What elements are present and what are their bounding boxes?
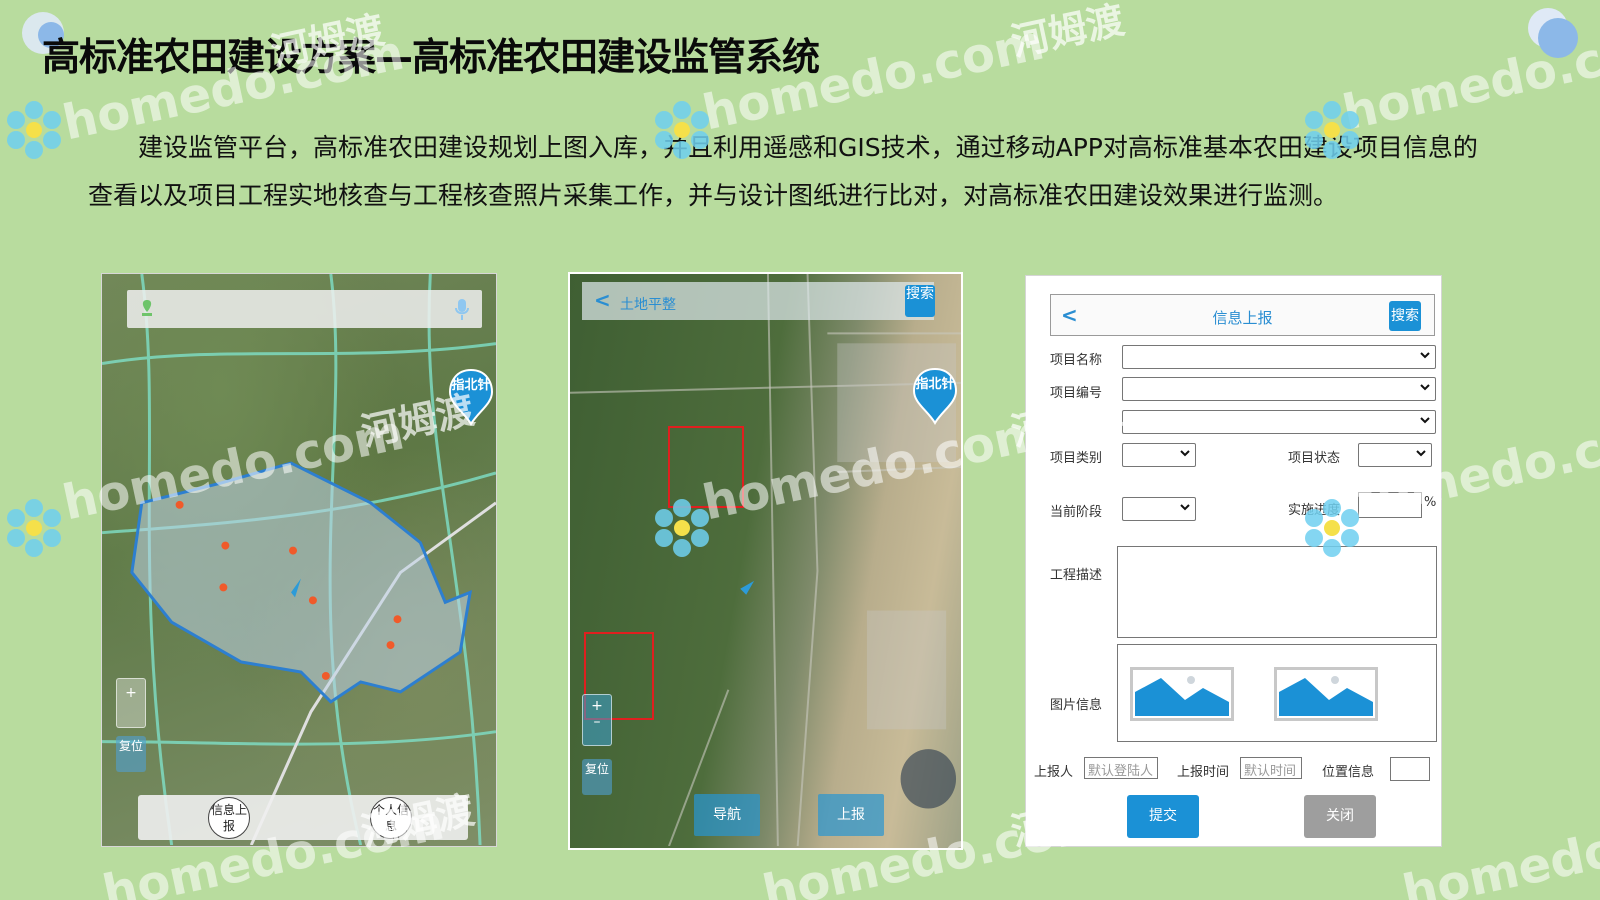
zoom-control[interactable]: + –: [582, 694, 612, 746]
info-report-button[interactable]: 信息上报: [208, 797, 250, 839]
zoom-control[interactable]: +: [116, 678, 146, 728]
decor-circle: [1538, 18, 1578, 58]
plot-boundary[interactable]: [668, 426, 744, 508]
bottom-toolbar: 信息上报 个人信息: [138, 795, 468, 840]
chevron-down-icon: [1420, 417, 1430, 424]
image-upload-area: [1117, 644, 1437, 742]
label-progress: 实施进度: [1288, 503, 1341, 518]
search-button[interactable]: 搜索: [905, 285, 935, 317]
project-type-select[interactable]: [1122, 443, 1196, 467]
project-status-select[interactable]: [1358, 443, 1432, 467]
chevron-down-icon: [1420, 384, 1430, 391]
page-title: 高标准农田建设方案—高标准农田建设监管系统: [42, 35, 820, 79]
project-region: [130, 461, 473, 704]
chevron-down-icon: [1420, 352, 1430, 359]
watermark: homedo.com: [1337, 14, 1600, 142]
close-button[interactable]: 关闭: [1304, 795, 1376, 838]
project-no-select[interactable]: [1122, 377, 1436, 401]
header-title: 土地平整: [620, 297, 676, 313]
reset-button[interactable]: 复位: [582, 759, 612, 795]
project-name-select[interactable]: [1122, 345, 1436, 369]
label-current-stage: 当前阶段: [1050, 505, 1103, 520]
image-thumbnail[interactable]: [1130, 667, 1234, 721]
location-pin-icon: [142, 300, 152, 316]
zoom-in-button[interactable]: +: [117, 679, 145, 701]
submit-button[interactable]: 提交: [1127, 795, 1199, 838]
map-search-bar[interactable]: [127, 290, 482, 328]
label-report-time: 上报时间: [1177, 765, 1230, 780]
compass-button[interactable]: 指北针: [912, 367, 958, 425]
zoom-out-button[interactable]: –: [583, 714, 611, 730]
compass-button[interactable]: 指北针: [448, 368, 494, 426]
compass-label: 指北针: [915, 377, 955, 392]
compass-pin-icon: [912, 367, 958, 425]
reporter-input[interactable]: 默认登陆人: [1084, 757, 1158, 779]
report-time-input[interactable]: 默认时间: [1240, 757, 1302, 779]
percent-sign: %: [1424, 495, 1437, 510]
form-header: < 信息上报 搜索: [1050, 294, 1435, 336]
navigate-button[interactable]: 导航: [694, 794, 760, 836]
map-roads: [570, 274, 961, 847]
label-location: 位置信息: [1322, 765, 1375, 780]
image-placeholder-icon: [1135, 676, 1229, 716]
watermark-flower-icon: [7, 499, 61, 557]
progress-input[interactable]: [1358, 492, 1422, 518]
back-arrow-icon[interactable]: <: [594, 288, 611, 312]
project-field-select[interactable]: [1122, 410, 1436, 434]
reset-button[interactable]: 复位: [116, 736, 146, 772]
map-roads: [102, 274, 496, 846]
chevron-down-icon: [1180, 504, 1190, 511]
label-description: 工程描述: [1050, 568, 1103, 583]
upload-button[interactable]: 上报: [818, 794, 884, 836]
label-project-type: 项目类别: [1050, 451, 1103, 466]
compass-label: 指北针: [451, 378, 491, 393]
watermark: 河姆渡: [1007, 0, 1129, 65]
zoom-in-button[interactable]: +: [583, 695, 611, 714]
label-reporter: 上报人: [1034, 765, 1074, 780]
location-arrow: [740, 580, 755, 595]
search-button[interactable]: 搜索: [1389, 301, 1421, 331]
label-project-status: 项目状态: [1288, 451, 1341, 466]
map-header: < 土地平整 搜索: [582, 282, 935, 320]
chevron-down-icon: [1416, 450, 1426, 457]
label-project-name: 项目名称: [1050, 353, 1103, 368]
intro-paragraph: 建设监管平台，高标准农田建设规划上图入库，并且利用遥感和GIS技术，通过移动AP…: [88, 133, 1478, 210]
watermark-flower-icon: [7, 101, 61, 159]
personal-info-button[interactable]: 个人信息: [370, 797, 412, 839]
image-thumbnail[interactable]: [1274, 667, 1378, 721]
phone-map-overview: 指北针 + 复位 信息上报 个人信息: [101, 273, 497, 847]
info-report-form: < 信息上报 搜索 项目名称 项目编号 项目类别 项目状态 当前阶段 实施进度 …: [1025, 275, 1442, 847]
phone-land-leveling: < 土地平整 搜索 指北针 + – 复位 导航 上报: [568, 272, 963, 850]
description-textarea[interactable]: [1117, 546, 1437, 638]
form-title: 信息上报: [1212, 309, 1273, 327]
label-project-no: 项目编号: [1050, 386, 1103, 401]
chevron-down-icon: [1180, 450, 1190, 457]
compass-pin-icon: [448, 368, 494, 426]
image-placeholder-icon: [1279, 676, 1373, 716]
lake: [900, 749, 957, 809]
current-stage-select[interactable]: [1122, 497, 1196, 521]
microphone-icon[interactable]: [454, 297, 470, 321]
location-input[interactable]: [1390, 757, 1430, 781]
label-images: 图片信息: [1050, 698, 1103, 713]
